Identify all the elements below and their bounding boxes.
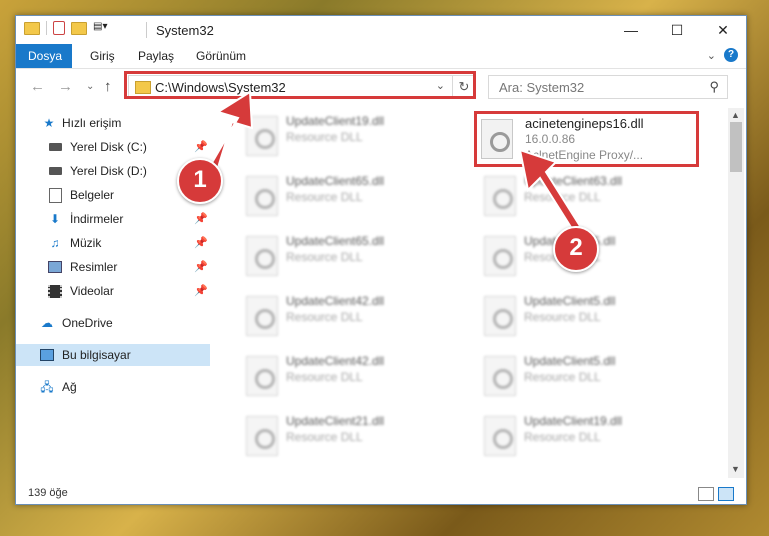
callout-1: 1 [177, 158, 223, 204]
callout-2: 2 [553, 226, 599, 272]
annotation-arrows [201, 90, 582, 234]
arrow-2 [518, 148, 582, 234]
